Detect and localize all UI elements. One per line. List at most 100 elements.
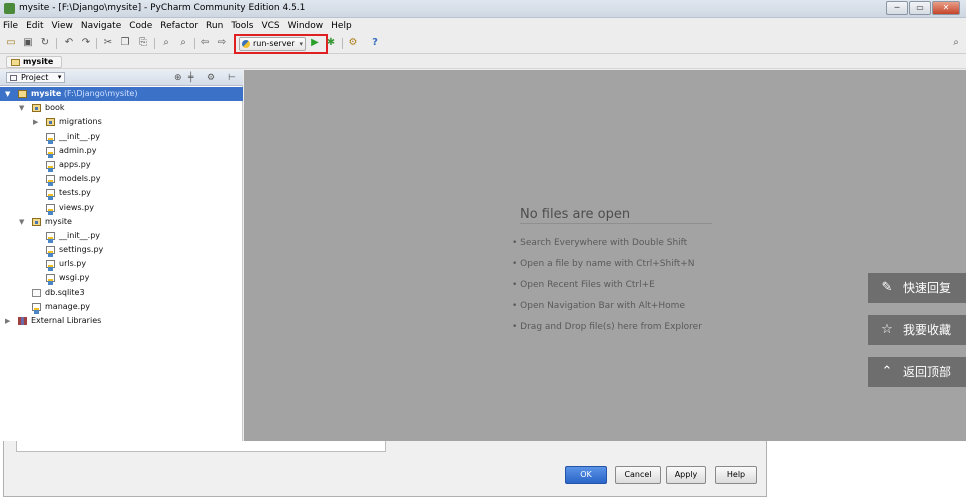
editor-hint: • Drag and Drop file(s) here from Explor… — [512, 322, 702, 332]
apply-button[interactable]: Apply — [666, 466, 706, 484]
tree-item-mysite-root[interactable]: ▼ mysite (F:\Django\mysite) — [0, 87, 243, 102]
package-folder-icon — [32, 104, 41, 113]
favorite-button[interactable]: ☆ 我要收藏 — [868, 315, 966, 345]
menu-window[interactable]: Window — [288, 21, 324, 31]
menu-edit[interactable]: Edit — [26, 21, 43, 31]
find-icon[interactable]: ⌕ — [160, 37, 172, 49]
editor-area: No files are open • Search Everywhere wi… — [244, 70, 966, 441]
tree-item-label: mysite — [45, 216, 72, 226]
hide-icon[interactable]: ⊢ — [228, 73, 236, 83]
debug-icon[interactable]: ✱ — [325, 37, 337, 49]
tree-item-file[interactable]: settings.py — [0, 243, 243, 258]
paste-icon[interactable]: ⎘ — [137, 37, 149, 49]
settings-wrench-icon[interactable]: ⚙ — [347, 37, 359, 49]
forward-icon[interactable]: ⇨ — [216, 37, 228, 49]
tree-item-label: wsgi.py — [59, 273, 90, 283]
window-controls: ─ ▭ ✕ — [886, 1, 960, 15]
open-folder-icon[interactable]: ▭ — [5, 37, 17, 49]
tree-item-file[interactable]: __init__.py — [0, 229, 243, 243]
tree-item-file[interactable]: apps.py — [0, 158, 243, 172]
minimize-button[interactable]: ─ — [886, 1, 908, 15]
tree-item-external-libraries[interactable]: ▶ External Libraries — [0, 314, 243, 328]
package-folder-icon — [46, 118, 55, 127]
save-icon[interactable]: ▣ — [22, 37, 34, 49]
breadcrumb[interactable]: mysite — [6, 56, 63, 68]
help-button[interactable]: Help — [715, 466, 757, 484]
tree-item-file[interactable]: models.py — [0, 172, 243, 187]
back-to-top-label: 返回顶部 — [903, 365, 952, 379]
gear-icon[interactable]: ⚙ — [207, 73, 215, 83]
project-panel-title: Project — [21, 73, 49, 82]
quick-reply-label: 快速回复 — [903, 281, 952, 295]
tree-item-file[interactable]: __init__.py — [0, 130, 243, 144]
tree-item-label: models.py — [59, 174, 101, 184]
python-file-icon — [46, 274, 55, 286]
cut-icon[interactable]: ✂ — [102, 37, 114, 49]
menu-help[interactable]: Help — [331, 21, 352, 31]
tree-item-file[interactable]: db.sqlite3 — [0, 286, 243, 300]
locate-icon[interactable]: ⊕ — [174, 73, 182, 83]
chevron-down-icon: ▾ — [299, 40, 303, 48]
run-icon[interactable]: ▶ — [309, 37, 321, 49]
menu-refactor[interactable]: Refactor — [160, 21, 198, 31]
help-icon[interactable]: ? — [369, 37, 381, 49]
folder-icon — [11, 59, 20, 66]
tree-item-file[interactable]: wsgi.py — [0, 271, 243, 286]
menu-bar: File Edit View Navigate Code Refactor Ru… — [0, 18, 966, 33]
maximize-button[interactable]: ▭ — [909, 1, 931, 15]
main-toolbar: ▭ ▣ ↻ ↶ ↷ ✂ ❐ ⎘ ⌕ ⌕ ⇦ ⇨ run-server ▾ ▶ ✱… — [0, 33, 966, 54]
tree-item-migrations[interactable]: ▶ migrations — [0, 115, 243, 129]
pycharm-window: mysite - [F:\Django\mysite] - PyCharm Co… — [0, 0, 966, 441]
tree-item-file[interactable]: views.py — [0, 201, 243, 215]
redo-icon[interactable]: ↷ — [80, 37, 92, 49]
python-file-icon — [46, 160, 55, 172]
editor-hint: • Open Recent Files with Ctrl+E — [512, 280, 655, 290]
menu-run[interactable]: Run — [206, 21, 223, 31]
expand-arrow-icon: ▼ — [5, 90, 11, 98]
menu-navigate[interactable]: Navigate — [81, 21, 121, 31]
tree-item-label: __init__.py — [59, 131, 101, 141]
project-view-select[interactable]: Project ▾ — [6, 72, 66, 83]
sync-icon[interactable]: ↻ — [39, 37, 51, 49]
project-icon — [10, 75, 17, 81]
replace-icon[interactable]: ⌕ — [177, 37, 189, 49]
tree-item-file[interactable]: tests.py — [0, 186, 243, 201]
tree-item-mysite[interactable]: ▼ mysite — [0, 215, 243, 229]
ok-button[interactable]: OK — [565, 466, 607, 484]
copy-icon[interactable]: ❐ — [119, 37, 131, 49]
menu-code[interactable]: Code — [129, 21, 152, 31]
tree-item-label: migrations — [59, 117, 102, 127]
editor-hint: • Search Everywhere with Double Shift — [512, 238, 688, 248]
run-config-select[interactable]: run-server ▾ — [239, 37, 306, 51]
expand-arrow-icon: ▼ — [19, 104, 25, 113]
collapse-icon[interactable]: ╪ — [188, 73, 193, 83]
pycharm-icon — [4, 3, 15, 14]
menu-vcs[interactable]: VCS — [261, 21, 279, 31]
quick-reply-button[interactable]: ✎ 快速回复 — [868, 273, 966, 303]
tree-root-label: mysite — [31, 89, 62, 98]
editor-hint: • Open a file by name with Ctrl+Shift+N — [512, 259, 695, 269]
tree-item-book[interactable]: ▼ book — [0, 101, 243, 115]
tree-item-label: book — [45, 103, 65, 113]
back-icon[interactable]: ⇦ — [199, 37, 211, 49]
menu-file[interactable]: File — [3, 21, 18, 31]
close-button[interactable]: ✕ — [932, 1, 960, 15]
python-file-icon — [32, 302, 41, 314]
tree-item-file[interactable]: manage.py — [0, 300, 243, 314]
database-file-icon — [32, 288, 41, 297]
menu-tools[interactable]: Tools — [231, 21, 253, 31]
undo-icon[interactable]: ↶ — [63, 37, 75, 49]
window-title: mysite - [F:\Django\mysite] - PyCharm Co… — [19, 3, 306, 13]
tree-item-label: settings.py — [59, 245, 104, 255]
menu-view[interactable]: View — [52, 21, 73, 31]
search-icon[interactable]: ⌕ — [950, 37, 962, 49]
library-icon — [18, 317, 27, 325]
tree-item-file[interactable]: admin.py — [0, 144, 243, 158]
collapse-arrow-icon: ▶ — [33, 118, 39, 127]
tree-item-label: manage.py — [45, 301, 91, 311]
tree-item-file[interactable]: urls.py — [0, 257, 243, 272]
tree-item-label: views.py — [59, 202, 94, 212]
cancel-button[interactable]: Cancel — [615, 466, 661, 484]
tree-root-path: (F:\Django\mysite) — [63, 89, 138, 98]
back-to-top-button[interactable]: ⌃ 返回顶部 — [868, 357, 966, 387]
